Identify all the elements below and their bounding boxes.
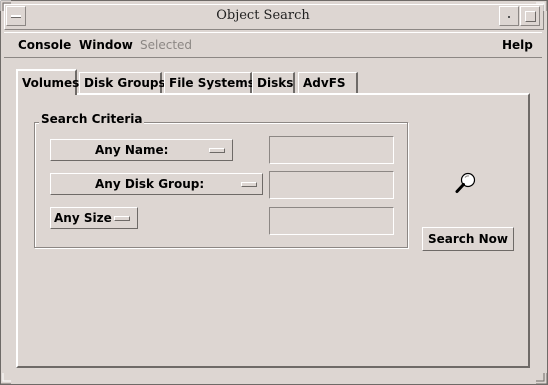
search-criteria-label: Search Criteria xyxy=(39,112,145,126)
resize-corner-top-left[interactable] xyxy=(0,0,12,12)
disk-group-option-label: Any Disk Group: xyxy=(95,177,205,191)
magnifier-icon xyxy=(455,172,476,193)
menu-bar: Console Window Selected Help xyxy=(4,32,542,58)
size-option-menu[interactable]: Any Size xyxy=(50,207,138,229)
size-field[interactable] xyxy=(269,207,394,235)
option-indicator-icon xyxy=(241,182,257,187)
tab-advfs[interactable]: AdvFS xyxy=(298,72,358,93)
size-input[interactable] xyxy=(270,208,393,234)
tab-volumes[interactable]: Volumes xyxy=(16,69,79,95)
resize-corner-bottom-right[interactable] xyxy=(536,373,548,385)
tab-disk-groups[interactable]: Disk Groups xyxy=(79,72,166,93)
minimize-button[interactable] xyxy=(499,6,519,26)
title-bar[interactable]: Object Search xyxy=(4,4,544,30)
option-indicator-icon xyxy=(114,216,130,221)
size-option-label: Any Size xyxy=(54,211,112,225)
menu-console[interactable]: Console xyxy=(18,38,71,52)
name-input[interactable] xyxy=(270,137,393,163)
window-menu-icon xyxy=(11,15,21,18)
minimize-icon xyxy=(508,16,510,18)
menu-help[interactable]: Help xyxy=(502,38,533,52)
search-now-button[interactable]: Search Now xyxy=(422,227,514,251)
window-title: Object Search xyxy=(216,8,310,23)
name-field[interactable] xyxy=(269,136,394,164)
option-indicator-icon xyxy=(209,148,225,153)
disk-group-input[interactable] xyxy=(270,172,393,198)
name-option-label: Any Name: xyxy=(95,143,169,157)
menu-window[interactable]: Window xyxy=(79,38,133,52)
resize-corner-top-right[interactable] xyxy=(536,0,548,12)
disk-group-field[interactable] xyxy=(269,171,394,199)
tab-disks[interactable]: Disks xyxy=(252,72,295,93)
tab-file-systems[interactable]: File Systems xyxy=(164,72,255,93)
maximize-icon xyxy=(525,11,536,22)
menu-selected[interactable]: Selected xyxy=(140,38,192,52)
disk-group-option-menu[interactable]: Any Disk Group: xyxy=(50,173,263,195)
resize-corner-bottom-left[interactable] xyxy=(0,373,12,385)
name-option-menu[interactable]: Any Name: xyxy=(50,139,233,161)
